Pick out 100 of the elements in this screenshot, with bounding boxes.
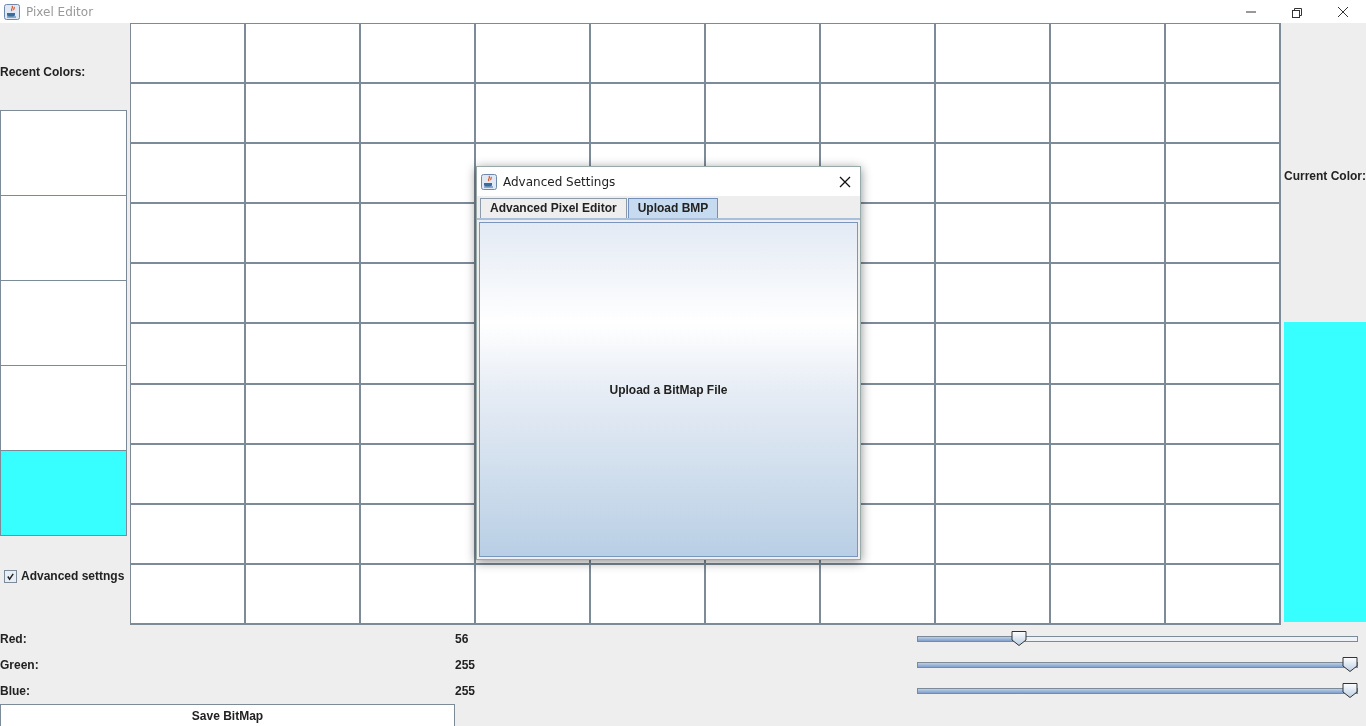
pixel-cell[interactable] [935, 264, 1049, 323]
pixel-cell[interactable] [360, 564, 474, 623]
pixel-cell[interactable] [1166, 564, 1279, 623]
pixel-cell[interactable] [475, 564, 589, 623]
pixel-cell[interactable] [935, 24, 1049, 83]
pixel-cell[interactable] [360, 504, 474, 563]
pixel-cell[interactable] [245, 384, 359, 443]
dialog-title: Advanced Settings [503, 174, 616, 189]
pixel-cell[interactable] [130, 504, 244, 563]
pixel-cell[interactable] [245, 444, 359, 503]
pixel-cell[interactable] [360, 24, 474, 83]
color-slider[interactable] [917, 682, 1358, 700]
color-slider[interactable] [917, 630, 1358, 648]
pixel-cell[interactable] [590, 564, 704, 623]
pixel-cell[interactable] [245, 324, 359, 383]
pixel-cell[interactable] [590, 24, 704, 83]
pixel-cell[interactable] [360, 204, 474, 263]
pixel-cell[interactable] [1050, 504, 1164, 563]
pixel-cell[interactable] [1050, 384, 1164, 443]
pixel-cell[interactable] [935, 324, 1049, 383]
pixel-cell[interactable] [705, 24, 819, 83]
pixel-cell[interactable] [360, 444, 474, 503]
pixel-cell[interactable] [130, 84, 244, 143]
close-icon[interactable] [839, 175, 851, 188]
pixel-cell[interactable] [130, 204, 244, 263]
pixel-cell[interactable] [935, 84, 1049, 143]
pixel-cell[interactable] [245, 564, 359, 623]
pixel-cell[interactable] [1050, 324, 1164, 383]
pixel-cell[interactable] [705, 84, 819, 143]
pixel-cell[interactable] [1166, 24, 1279, 83]
pixel-cell[interactable] [935, 204, 1049, 263]
channel-label: Blue: [0, 684, 31, 698]
pixel-cell[interactable] [1050, 84, 1164, 143]
pixel-cell[interactable] [245, 84, 359, 143]
pixel-cell[interactable] [1166, 324, 1279, 383]
pixel-cell[interactable] [130, 324, 244, 383]
save-button[interactable]: Save BitMap [0, 704, 455, 726]
pixel-cell[interactable] [1050, 564, 1164, 623]
coffee-cup-icon [4, 3, 20, 20]
pixel-cell[interactable] [705, 564, 819, 623]
pixel-cell[interactable] [475, 24, 589, 83]
pixel-cell[interactable] [245, 504, 359, 563]
pixel-cell[interactable] [360, 324, 474, 383]
pixel-cell[interactable] [130, 564, 244, 623]
pixel-cell[interactable] [820, 564, 934, 623]
pixel-cell[interactable] [1166, 504, 1279, 563]
recent-colors-label: Recent Colors: [0, 64, 87, 81]
color-swatch[interactable] [0, 280, 127, 366]
pixel-cell[interactable] [1166, 84, 1279, 143]
coffee-cup-icon [481, 173, 497, 190]
upload-button[interactable]: Upload a BitMap File [479, 222, 858, 557]
slider-thumb[interactable] [1010, 630, 1027, 646]
pixel-cell[interactable] [475, 84, 589, 143]
channel-label: Red: [0, 632, 28, 646]
color-swatch[interactable] [0, 110, 127, 196]
pixel-cell[interactable] [1050, 444, 1164, 503]
channel-value: 56 [455, 632, 470, 646]
pixel-cell[interactable] [1166, 204, 1279, 263]
pixel-cell[interactable] [820, 84, 934, 143]
pixel-cell[interactable] [360, 264, 474, 323]
pixel-cell[interactable] [245, 264, 359, 323]
pixel-cell[interactable] [1050, 144, 1164, 203]
channel-value: 255 [455, 658, 477, 672]
checkbox-label: Advanced settngs [21, 569, 125, 583]
pixel-cell[interactable] [1050, 204, 1164, 263]
pixel-cell[interactable] [1050, 24, 1164, 83]
color-slider[interactable] [917, 656, 1358, 674]
pixel-cell[interactable] [935, 144, 1049, 203]
pixel-cell[interactable] [130, 444, 244, 503]
pixel-cell[interactable] [245, 204, 359, 263]
slider-thumb[interactable] [1342, 656, 1358, 672]
pixel-cell[interactable] [935, 384, 1049, 443]
pixel-cell[interactable] [360, 384, 474, 443]
pixel-cell[interactable] [1166, 384, 1279, 443]
pixel-cell[interactable] [130, 24, 244, 83]
pixel-cell[interactable] [1166, 264, 1279, 323]
pixel-cell[interactable] [935, 444, 1049, 503]
pixel-cell[interactable] [130, 384, 244, 443]
checkbox[interactable] [4, 569, 17, 583]
pixel-cell[interactable] [935, 504, 1049, 563]
tab[interactable]: Upload BMP [627, 198, 719, 218]
pixel-cell[interactable] [130, 144, 244, 203]
pixel-cell[interactable] [1166, 444, 1279, 503]
pixel-cell[interactable] [360, 144, 474, 203]
pixel-cell[interactable] [1166, 144, 1279, 203]
pixel-cell[interactable] [245, 144, 359, 203]
pixel-cell[interactable] [360, 84, 474, 143]
pixel-cell[interactable] [1050, 264, 1164, 323]
pixel-cell[interactable] [590, 84, 704, 143]
color-swatch[interactable] [0, 195, 127, 281]
color-swatch[interactable] [0, 365, 127, 451]
pixel-cell[interactable] [130, 264, 244, 323]
current-color-label: Current Color: [1284, 168, 1366, 185]
pixel-cell[interactable] [820, 24, 934, 83]
pixel-cell[interactable] [935, 564, 1049, 623]
slider-thumb[interactable] [1342, 682, 1358, 698]
color-swatch[interactable] [0, 450, 127, 536]
channel-label: Green: [0, 658, 40, 672]
tab[interactable]: Advanced Pixel Editor [480, 198, 627, 218]
pixel-cell[interactable] [245, 24, 359, 83]
